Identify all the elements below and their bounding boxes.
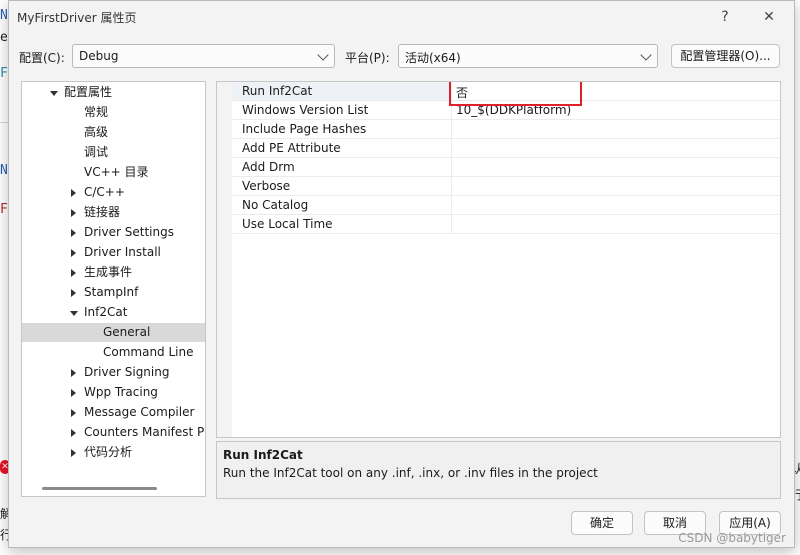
tree-item[interactable]: Message Compiler <box>22 403 205 422</box>
close-button[interactable]: ✕ <box>751 4 787 30</box>
property-name: Include Page Hashes <box>242 122 367 136</box>
expand-arrow-icon[interactable] <box>71 269 76 277</box>
bg-fragment: F <box>0 202 8 217</box>
tree-item-label: C/C++ <box>84 185 125 199</box>
platform-label: 平台(P): <box>345 51 390 65</box>
expand-arrow-icon[interactable] <box>71 429 76 437</box>
tree-item-label: 生成事件 <box>84 265 133 279</box>
property-name: Add PE Attribute <box>242 141 341 155</box>
tree-item-label: Driver Settings <box>84 225 174 239</box>
tree-item[interactable]: Counters Manifest Prepr <box>22 423 205 442</box>
chevron-down-icon <box>317 49 329 61</box>
tree-item-label: Message Compiler <box>84 405 195 419</box>
property-row[interactable]: Include Page Hashes <box>232 120 780 139</box>
configuration-value: Debug <box>79 49 119 63</box>
ok-button[interactable]: 确定 <box>571 511 633 535</box>
tree-item[interactable]: Command Line <box>22 343 205 362</box>
tree-item-label: Counters Manifest Prepr <box>84 425 205 439</box>
tree-item[interactable]: 高级 <box>22 123 205 142</box>
title-bar: MyFirstDriver 属性页 ? ✕ <box>9 1 794 33</box>
tree-item[interactable]: 生成事件 <box>22 263 205 282</box>
configuration-label: 配置(C): <box>19 51 65 65</box>
property-row[interactable]: Add Drm <box>232 158 780 177</box>
tree-item[interactable]: 链接器 <box>22 203 205 222</box>
tree-item[interactable]: General <box>22 323 205 342</box>
watermark-text: CSDN @babytiger <box>678 531 786 545</box>
property-pages-dialog: MyFirstDriver 属性页 ? ✕ 配置(C): Debug 平台(P)… <box>8 0 795 548</box>
tree-item-label: 常规 <box>84 105 109 119</box>
tree-item-label: 高级 <box>84 125 109 139</box>
property-name: Use Local Time <box>242 217 333 231</box>
expand-arrow-icon[interactable] <box>71 229 76 237</box>
collapse-arrow-icon[interactable] <box>50 91 58 96</box>
expand-arrow-icon[interactable] <box>71 409 76 417</box>
tree-item-label: Wpp Tracing <box>84 385 158 399</box>
description-text: Run the Inf2Cat tool on any .inf, .inx, … <box>223 466 598 480</box>
tree-item[interactable]: Wpp Tracing <box>22 383 205 402</box>
property-row[interactable]: Add PE Attribute <box>232 139 780 158</box>
description-pane: Run Inf2Cat Run the Inf2Cat tool on any … <box>216 441 781 499</box>
tree-item[interactable]: 常规 <box>22 103 205 122</box>
expand-arrow-icon[interactable] <box>71 209 76 217</box>
tree-item[interactable]: VC++ 目录 <box>22 163 205 182</box>
dialog-title: MyFirstDriver 属性页 <box>17 11 137 25</box>
tree-item[interactable]: Inf2Cat <box>22 303 205 322</box>
tree-item-label: Inf2Cat <box>84 305 128 319</box>
bg-fragment: N <box>0 163 8 178</box>
tree-item[interactable]: 代码分析 <box>22 443 205 462</box>
property-name: Run Inf2Cat <box>242 84 313 98</box>
property-row[interactable]: No Catalog <box>232 196 780 215</box>
tree-item-label: 代码分析 <box>84 445 133 459</box>
property-name: No Catalog <box>242 198 309 212</box>
tree-item-label: 调试 <box>84 145 109 159</box>
expand-arrow-icon[interactable] <box>71 189 76 197</box>
bg-fragment: e <box>0 30 8 45</box>
expand-arrow-icon[interactable] <box>71 369 76 377</box>
tree-item-label: 链接器 <box>84 205 121 219</box>
property-row[interactable]: Verbose <box>232 177 780 196</box>
collapse-arrow-icon[interactable] <box>70 311 78 316</box>
bg-fragment: N <box>0 8 8 23</box>
expand-arrow-icon[interactable] <box>71 289 76 297</box>
tree-item-label: Driver Install <box>84 245 161 259</box>
tree-item-label: General <box>103 325 151 339</box>
tree-item[interactable]: 调试 <box>22 143 205 162</box>
property-name: Add Drm <box>242 160 295 174</box>
description-title: Run Inf2Cat <box>223 448 303 462</box>
highlight-box <box>449 82 582 106</box>
tree-item-label: Driver Signing <box>84 365 170 379</box>
chevron-down-icon <box>640 49 652 61</box>
tree-item-label: Command Line <box>103 345 194 359</box>
configuration-manager-button[interactable]: 配置管理器(O)... <box>671 44 780 68</box>
tree-item[interactable]: StampInf <box>22 283 205 302</box>
expand-arrow-icon[interactable] <box>71 449 76 457</box>
tree-item-label: VC++ 目录 <box>84 165 149 179</box>
tree-item[interactable]: Driver Signing <box>22 363 205 382</box>
configuration-combo[interactable]: Debug <box>72 44 335 68</box>
tree-item-label: 配置属性 <box>64 85 113 99</box>
platform-combo[interactable]: 活动(x64) <box>398 44 658 68</box>
tree-item-label: StampInf <box>84 285 139 299</box>
property-row[interactable]: Use Local Time <box>232 215 780 234</box>
grid-gutter <box>217 82 232 437</box>
platform-value: 活动(x64) <box>405 51 461 65</box>
tree-item[interactable]: Driver Settings <box>22 223 205 242</box>
property-name: Verbose <box>242 179 291 193</box>
expand-arrow-icon[interactable] <box>71 249 76 257</box>
property-name: Windows Version List <box>242 103 369 117</box>
expand-arrow-icon[interactable] <box>71 389 76 397</box>
property-tree[interactable]: 配置属性常规高级调试 VC++ 目录 C/C++ 链接器 Driver Settings… <box>21 81 206 497</box>
bg-fragment: F <box>0 66 8 81</box>
tree-horizontal-scrollbar[interactable] <box>42 487 157 490</box>
tree-item[interactable]: Driver Install <box>22 243 205 262</box>
tree-item[interactable]: 配置属性 <box>22 83 205 102</box>
property-grid: Run Inf2Cat 否 Windows Version List 10_$(DDK… <box>216 81 781 438</box>
tree-item[interactable]: C/C++ <box>22 183 205 202</box>
help-button[interactable]: ? <box>707 4 743 30</box>
